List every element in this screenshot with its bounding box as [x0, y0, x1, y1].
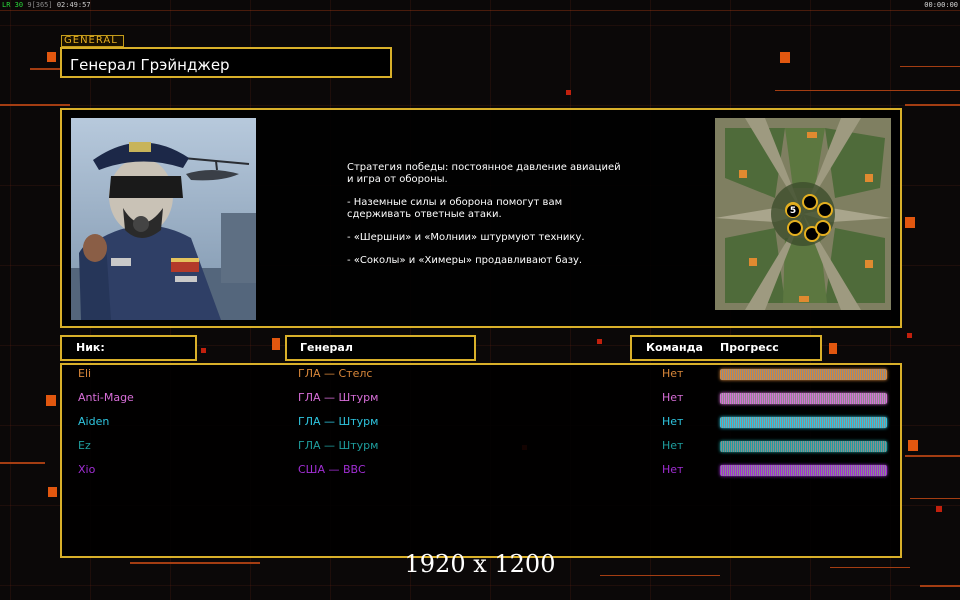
player-name: Aiden	[78, 415, 110, 428]
player-name: Anti-Mage	[78, 391, 134, 404]
deco-square	[48, 487, 57, 497]
player-progress-bar	[720, 441, 887, 452]
strategy-line: Стратегия победы: постоянное давление ав…	[347, 162, 621, 185]
nick-header-label: Ник:	[76, 341, 105, 354]
deco-square	[780, 52, 790, 63]
player-progress-bar	[720, 465, 887, 476]
player-row: Aiden ГЛА — Штурм Нет	[0, 415, 960, 437]
nick-header: Ник:	[60, 335, 197, 361]
player-name: Ez	[78, 439, 91, 452]
general-header: Генерал	[285, 335, 476, 361]
deco-square	[201, 348, 206, 353]
deco-square	[47, 52, 56, 62]
deco-line	[920, 585, 960, 587]
player-team: Нет	[662, 367, 684, 380]
strategy-description: Стратегия победы: постоянное давление ав…	[347, 162, 647, 278]
player-team: Нет	[662, 391, 684, 404]
deco-line	[905, 104, 960, 106]
player-general: США — ВВС	[298, 463, 366, 476]
player-progress-bar	[720, 393, 887, 404]
deco-square	[829, 343, 837, 354]
deco-line	[0, 104, 70, 106]
player-progress-bar	[720, 417, 887, 428]
session-time: 02:49:57	[56, 1, 91, 9]
general-name: Генерал Грэйнджер	[70, 56, 230, 74]
team-progress-header: Команда Прогресс	[630, 335, 822, 361]
deco-line	[775, 90, 960, 91]
deco-square	[566, 90, 571, 95]
strategy-line: - Наземные силы и оборона помогут вам сд…	[347, 197, 563, 220]
deco-square	[597, 339, 602, 344]
player-name: Xio	[78, 463, 96, 476]
deco-line	[0, 10, 960, 11]
fps-label: LR	[2, 1, 11, 9]
fps-detail: 9[365]	[27, 1, 53, 9]
player-team: Нет	[662, 415, 684, 428]
player-general: ГЛА — Штурм	[298, 391, 379, 404]
deco-line	[900, 66, 960, 67]
general-header-label: Генерал	[300, 341, 353, 354]
player-general: ГЛА — Стелс	[298, 367, 373, 380]
deco-line	[910, 498, 960, 499]
deco-square	[936, 506, 942, 512]
player-team: Нет	[662, 463, 684, 476]
deco-square	[272, 338, 280, 350]
map-player-count: 5	[786, 204, 800, 218]
progress-header-label: Прогресс	[720, 341, 779, 354]
general-portrait	[71, 118, 256, 320]
player-team: Нет	[662, 439, 684, 452]
player-row: Xio США — ВВС Нет	[0, 463, 960, 485]
player-row: Ez ГЛА — Штурм Нет	[0, 439, 960, 461]
player-general: ГЛА — Штурм	[298, 439, 379, 452]
status-bar: LR 30 9[365] 02:49:57 00:00:00	[0, 0, 960, 10]
map-preview: 5	[715, 118, 891, 310]
player-general: ГЛА — Штурм	[298, 415, 379, 428]
fps-counter: LR 30 9[365] 02:49:57	[2, 1, 91, 10]
player-row: Eli ГЛА — Стелс Нет	[0, 367, 960, 389]
player-progress-bar	[720, 369, 887, 380]
fps-value: 30	[14, 1, 24, 9]
strategy-line: - «Соколы» и «Химеры» продавливают базу.	[347, 255, 583, 266]
general-tag: GENERAL	[61, 35, 124, 47]
player-row: Anti-Mage ГЛА — Штурм Нет	[0, 391, 960, 413]
general-name-box: Генерал Грэйнджер	[60, 47, 392, 78]
resolution-label: 1920 x 1200	[404, 550, 556, 578]
deco-square	[907, 333, 912, 338]
player-name: Eli	[78, 367, 92, 380]
team-header-label: Команда	[646, 341, 703, 354]
game-clock: 00:00:00	[924, 1, 958, 9]
strategy-line: - «Шершни» и «Молнии» штурмуют технику.	[347, 232, 585, 243]
deco-square	[905, 217, 915, 228]
